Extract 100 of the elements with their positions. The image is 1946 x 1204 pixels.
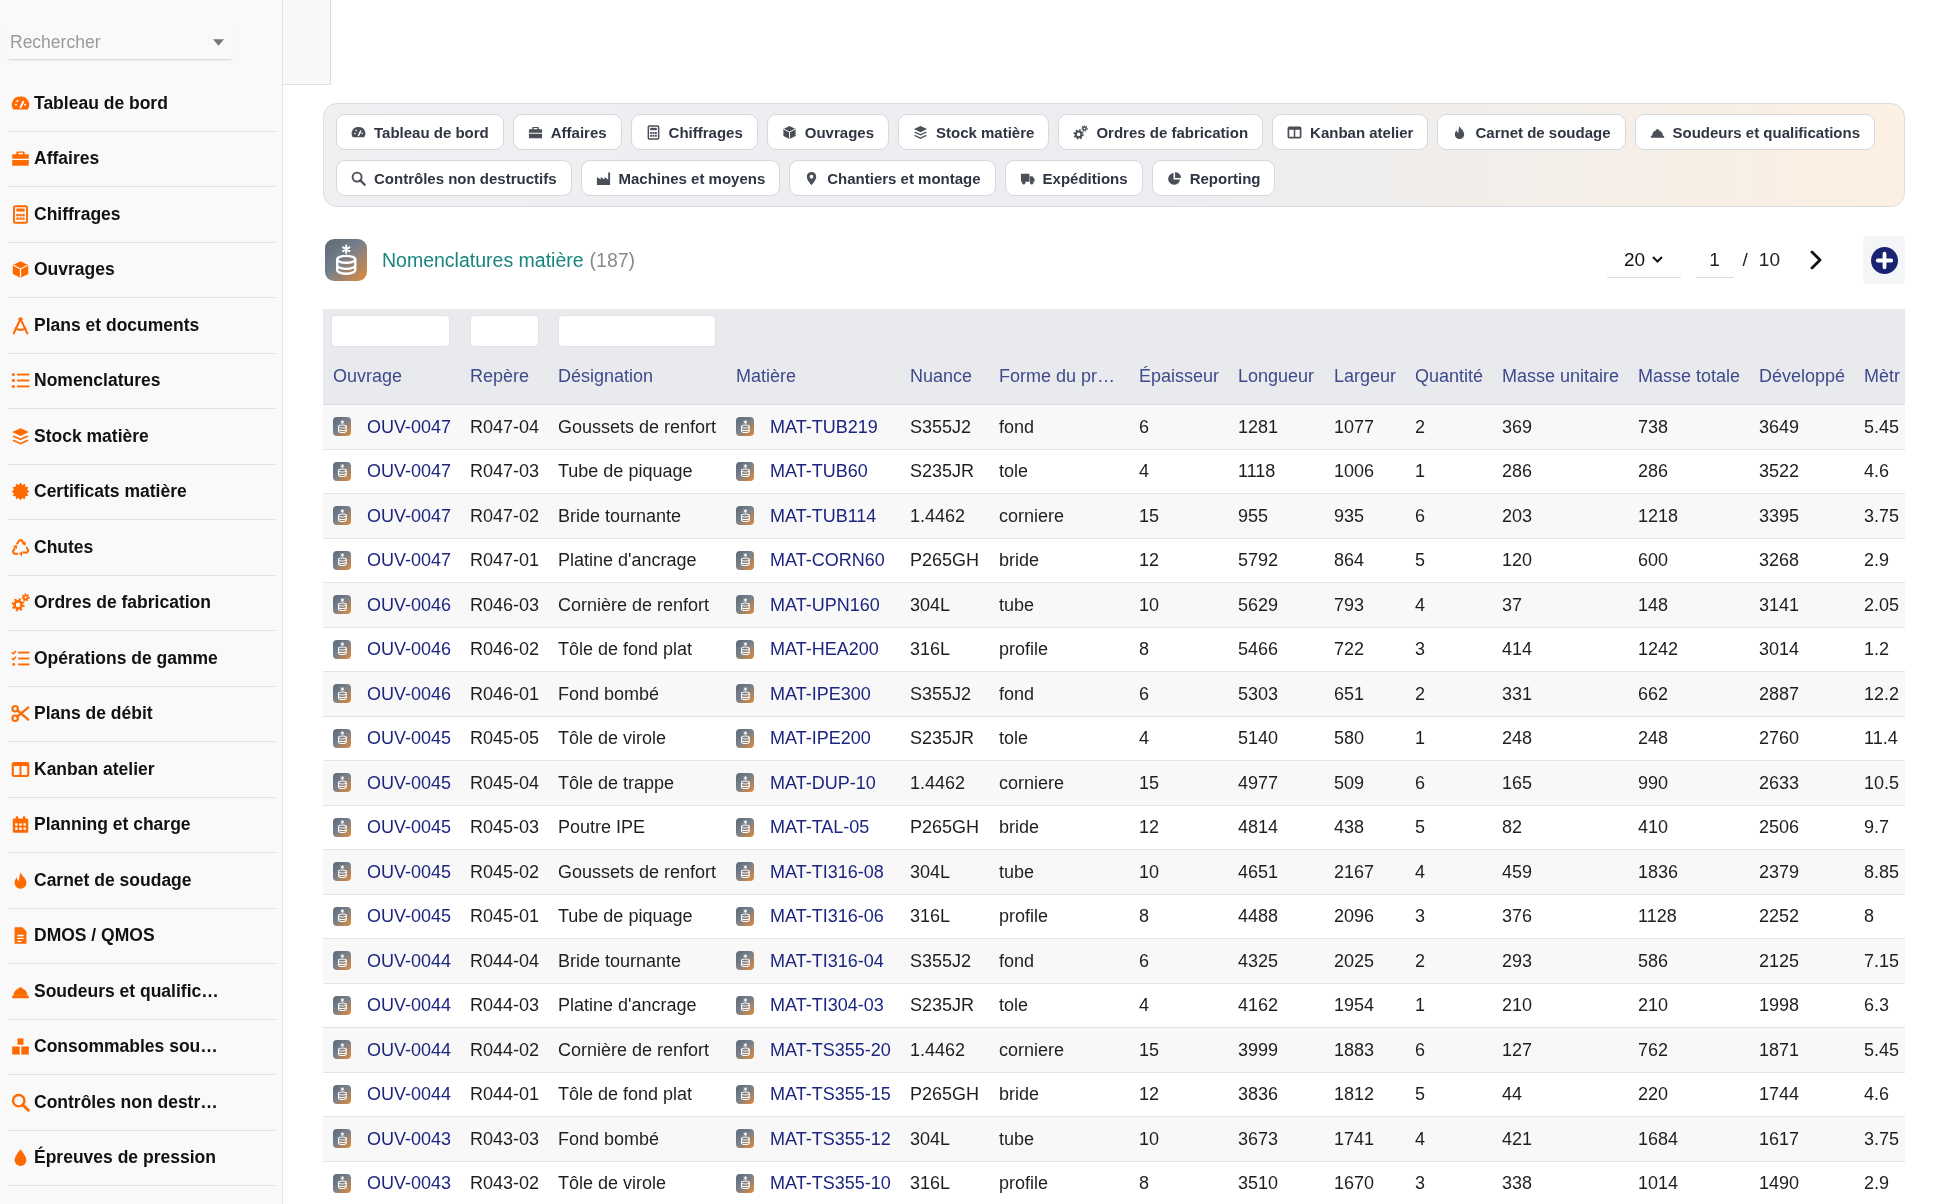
code-link[interactable]: MAT-UPN160 [770, 593, 880, 616]
code-link[interactable]: MAT-TUB219 [770, 415, 878, 438]
nav-tab[interactable]: Reporting [1151, 160, 1276, 196]
nav-tab[interactable]: Chiffrages [630, 114, 758, 150]
page-input[interactable]: 1 [1695, 242, 1734, 278]
code-link[interactable]: MAT-TUB60 [770, 460, 868, 483]
sidebar-item[interactable]: Ouvrages [8, 242, 276, 298]
column-header[interactable]: Masse unitaire [1502, 364, 1620, 387]
chevron-right-icon[interactable] [1810, 250, 1822, 270]
code-link[interactable]: OUV-0045 [367, 816, 452, 839]
code-link[interactable]: OUV-0044 [367, 1083, 452, 1106]
code-link[interactable]: OUV-0046 [367, 682, 452, 705]
code-link[interactable]: OUV-0043 [367, 1127, 452, 1150]
code-link[interactable]: OUV-0046 [367, 593, 452, 616]
nav-tab[interactable]: Contrôles non destructifs [336, 160, 572, 196]
sidebar-item[interactable]: Carnet de soudage [8, 853, 276, 909]
nav-tab[interactable]: Chantiers et montage [789, 160, 996, 196]
table-cell: 3649 [1759, 415, 1800, 438]
sidebar-item[interactable]: Plans et documents [8, 298, 276, 354]
column-header[interactable]: Désignation [558, 364, 654, 387]
column-header[interactable]: Largeur [1334, 364, 1397, 387]
sidebar-item[interactable]: Consommables sou… [8, 1019, 276, 1075]
code-link[interactable]: MAT-TI304-03 [770, 994, 884, 1017]
code-link[interactable]: OUV-0045 [367, 860, 452, 883]
code-link[interactable]: MAT-CORN60 [770, 549, 885, 572]
code-link[interactable]: OUV-0047 [367, 415, 452, 438]
code-link[interactable]: OUV-0044 [367, 949, 452, 972]
sidebar-item[interactable]: Plans de débit [8, 686, 276, 742]
code-link[interactable]: OUV-0045 [367, 771, 452, 794]
code-link[interactable]: MAT-TUB114 [770, 504, 877, 527]
filter-field[interactable] [470, 315, 539, 347]
page-size-select[interactable]: 20 [1606, 242, 1681, 278]
database-icon [736, 1173, 754, 1193]
code-link[interactable]: MAT-DUP-10 [770, 771, 876, 794]
code-link[interactable]: MAT-IPE200 [770, 727, 871, 750]
code-link[interactable]: MAT-TI316-06 [770, 905, 884, 928]
table-cell: R047-01 [470, 549, 540, 572]
code-link[interactable]: MAT-TI316-04 [770, 949, 884, 972]
column-header[interactable]: Nuance [910, 364, 973, 387]
sidebar-item[interactable]: Chiffrages [8, 187, 276, 243]
nav-tab[interactable]: Ouvrages [766, 114, 889, 150]
sidebar-item[interactable]: Ordres de fabrication [8, 575, 276, 631]
column-header[interactable]: Longueur [1238, 364, 1315, 387]
column-header[interactable]: Quantité [1415, 364, 1484, 387]
column-header[interactable]: Ouvrage [333, 364, 403, 387]
search-field[interactable]: Rechercher [8, 25, 232, 60]
code-link[interactable]: MAT-TI316-08 [770, 860, 884, 883]
code-link[interactable]: OUV-0047 [367, 460, 452, 483]
sidebar-item[interactable]: Chutes [8, 520, 276, 576]
nav-tab[interactable]: Ordres de fabrication [1058, 114, 1264, 150]
nav-tab[interactable]: Expéditions [1004, 160, 1143, 196]
code-link[interactable]: OUV-0045 [367, 727, 452, 750]
column-header[interactable]: Masse totale [1638, 364, 1741, 387]
nav-tab[interactable]: Soudeurs et qualifications [1634, 114, 1876, 150]
sidebar-item[interactable]: Planning et charge [8, 797, 276, 853]
code-link[interactable]: MAT-TAL-05 [770, 816, 870, 839]
filter-field[interactable] [331, 315, 450, 347]
code-link[interactable]: OUV-0045 [367, 905, 452, 928]
sidebar-item[interactable]: Kanban atelier [8, 742, 276, 798]
code-link[interactable]: OUV-0044 [367, 994, 452, 1017]
column-header[interactable]: Développé [1759, 364, 1846, 387]
code-link[interactable]: MAT-IPE300 [770, 682, 871, 705]
code-link[interactable]: MAT-HEA200 [770, 638, 879, 661]
code-link[interactable]: OUV-0043 [367, 1172, 452, 1195]
column-header[interactable]: Épaisseur [1139, 364, 1220, 387]
sidebar-item[interactable]: Contrôles non destr… [8, 1075, 276, 1131]
sidebar-item[interactable]: Épreuves de pression [8, 1130, 276, 1186]
nav-tab[interactable]: Carnet de soudage [1437, 114, 1626, 150]
code-link[interactable]: OUV-0044 [367, 1038, 452, 1061]
search-icon [351, 170, 366, 186]
code-link[interactable]: MAT-TS355-15 [770, 1083, 891, 1106]
code-link[interactable]: MAT-TS355-10 [770, 1172, 891, 1195]
add-button[interactable] [1863, 236, 1905, 284]
nav-tab[interactable]: Machines et moyens [580, 160, 781, 196]
sidebar-item[interactable]: Affaires [8, 131, 276, 187]
sidebar-item[interactable]: Tableau de bord [8, 76, 276, 132]
filter-field[interactable] [558, 315, 716, 347]
nav-tab[interactable]: Affaires [512, 114, 622, 150]
code-link[interactable]: OUV-0047 [367, 549, 452, 572]
sidebar-item[interactable]: Stock matière [8, 409, 276, 465]
column-header[interactable]: Forme du pr… [999, 364, 1116, 387]
table-cell: S355J2 [910, 949, 972, 972]
sidebar-item[interactable]: DMOS / QMOS [8, 908, 276, 964]
sidebar-item[interactable]: Opérations de gamme [8, 631, 276, 687]
code-link[interactable]: OUV-0046 [367, 638, 452, 661]
sidebar-item[interactable]: Certificats matière [8, 464, 276, 520]
nav-tab[interactable]: Kanban atelier [1272, 114, 1429, 150]
sidebar-item[interactable]: Nomenclatures [8, 353, 276, 409]
code-link[interactable]: MAT-TS355-12 [770, 1127, 891, 1150]
column-header[interactable]: Repère [470, 364, 530, 387]
column-header[interactable]: Mètr [1864, 364, 1900, 387]
table-cell: Cornière de renfort [558, 593, 710, 616]
table-cell: 2 [1415, 415, 1425, 438]
nav-tab[interactable]: Stock matière [898, 114, 1050, 150]
code-link[interactable]: MAT-TS355-20 [770, 1038, 891, 1061]
nav-tab[interactable]: Tableau de bord [336, 114, 504, 150]
table-cell: 1617 [1759, 1127, 1800, 1150]
column-header[interactable]: Matière [736, 364, 797, 387]
sidebar-item[interactable]: Soudeurs et qualific… [8, 964, 276, 1020]
code-link[interactable]: OUV-0047 [367, 504, 452, 527]
